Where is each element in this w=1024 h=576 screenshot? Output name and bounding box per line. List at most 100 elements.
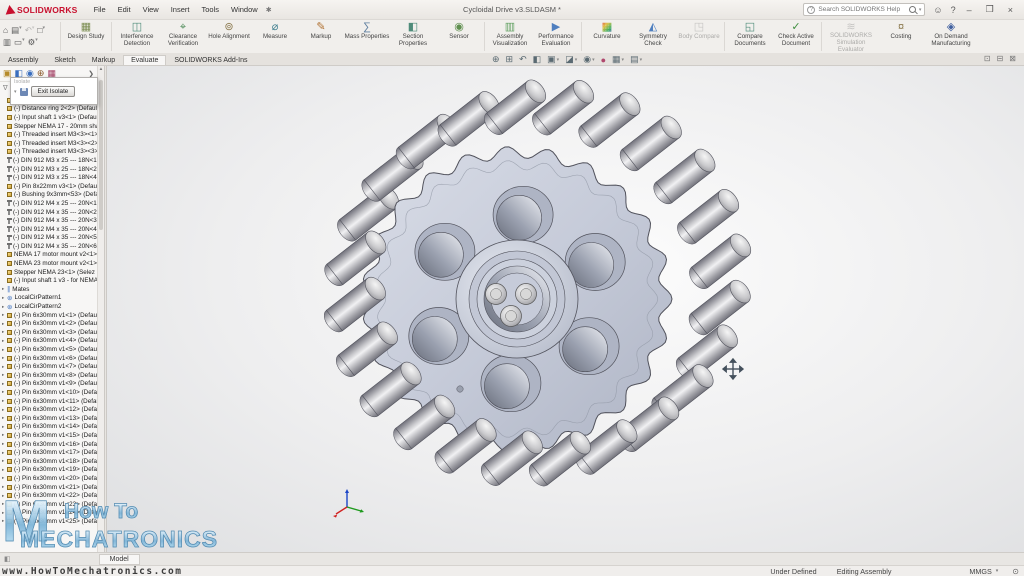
splitter-corner-icon[interactable]: ◧	[4, 555, 11, 563]
tree-item-pin-6x30mm-v1-18-default[interactable]: ▸(-) Pin 6x30mm v1<18> (Default)	[0, 457, 97, 466]
tree-item-pin-6x30mm-v1-4-default[interactable]: ▸(-) Pin 6x30mm v1<4> (Default)	[0, 337, 97, 346]
tree-item-pin-6x30mm-v1-20-default[interactable]: ▸(-) Pin 6x30mm v1<20> (Default)	[0, 474, 97, 483]
tree-item-din-912-m3-x-25-18n-1-din[interactable]: (-) DIN 912 M3 x 25 --- 18N<1> (DIN	[0, 156, 97, 165]
center-bearing-hub[interactable]	[456, 240, 578, 358]
save-isolate-icon[interactable]	[20, 88, 28, 96]
open-icon[interactable]: ▭▾	[14, 37, 25, 48]
tree-item-din-912-m3-x-25-18n-4-din[interactable]: (-) DIN 912 M3 x 25 --- 18N<4> (DIN	[0, 173, 97, 182]
tree-item-pin-6x30mm-v1-12-default[interactable]: ▸(-) Pin 6x30mm v1<12> (Default)	[0, 405, 97, 414]
tree-item-din-912-m4-x-35-20n-3-din[interactable]: (-) DIN 912 M4 x 35 --- 20N<3> (DIN	[0, 216, 97, 225]
save-icon[interactable]: ▤▾	[11, 25, 22, 36]
apply-scene-icon[interactable]: ▦▾	[612, 54, 624, 65]
menu-insert[interactable]: Insert	[171, 5, 190, 14]
options-icon[interactable]: ⚙▾	[28, 37, 38, 48]
tree-item-din-912-m3-x-25-18n-2-din[interactable]: (-) DIN 912 M3 x 25 --- 18N<2> (DIN	[0, 165, 97, 174]
tree-item-pin-6x30mm-v1-5-default[interactable]: ▸(-) Pin 6x30mm v1<5> (Default)	[0, 345, 97, 354]
view-settings-icon[interactable]: ▤▾	[630, 54, 642, 65]
pin-menu-icon[interactable]: ✱	[266, 6, 272, 14]
measure-button[interactable]: ⌀Measure	[252, 20, 298, 53]
tab-model[interactable]: Model	[99, 554, 140, 565]
tree-item-pin-6x30mm-v1-16-default[interactable]: ▸(-) Pin 6x30mm v1<16> (Default)	[0, 440, 97, 449]
new-document-icon[interactable]: □▾	[37, 25, 45, 36]
zoom-to-fit-icon[interactable]: ⊕	[492, 54, 500, 65]
tree-item-stepper-nema-17-20mm-shaft-0[interactable]: Stepper NEMA 17 - 20mm shaft <0	[0, 122, 97, 131]
tree-item-pin-8x22mm-v3-1-default-d[interactable]: (-) Pin 8x22mm v3<1> (Default) <<D	[0, 182, 97, 191]
isolate-dropdown-icon[interactable]: ▾	[14, 89, 17, 95]
search-icon[interactable]	[909, 6, 916, 13]
tab-assembly[interactable]: Assembly	[0, 55, 46, 65]
tree-item-pin-6x30mm-v1-15-default[interactable]: ▸(-) Pin 6x30mm v1<15> (Default)	[0, 431, 97, 440]
tree-item-pin-6x30mm-v1-8-default[interactable]: ▸(-) Pin 6x30mm v1<8> (Default)	[0, 371, 97, 380]
user-account-icon[interactable]: ☺	[933, 5, 942, 15]
compare-documents-button[interactable]: ◱Compare Documents	[727, 20, 773, 53]
hole-alignment-button[interactable]: ⊚Hole Alignment	[206, 20, 252, 53]
tree-item-pin-6x30mm-v1-3-default[interactable]: ▸(-) Pin 6x30mm v1<3> (Default)	[0, 328, 97, 337]
roller-pin[interactable]	[650, 145, 720, 207]
clearance-verification-button[interactable]: ⌖Clearance Verification	[160, 20, 206, 53]
tree-item-localcirpattern2[interactable]: ▸⊛LocalCirPattern2	[0, 302, 97, 311]
costing-button[interactable]: ¤Costing	[878, 20, 924, 53]
tree-item-pin-6x30mm-v1-1-default[interactable]: ▸(-) Pin 6x30mm v1<1> (Default)	[0, 311, 97, 320]
tree-item-pin-6x30mm-v1-17-default[interactable]: ▸(-) Pin 6x30mm v1<17> (Default)	[0, 448, 97, 457]
view-orientation-icon[interactable]: ▣▾	[547, 54, 559, 65]
tree-item-stepper-nema-23-1-selez-predet[interactable]: Stepper NEMA 23<1> (Selez predete	[0, 268, 97, 277]
restore-down-icon[interactable]: ⊡	[984, 54, 991, 63]
tree-item-pin-6x30mm-v1-11-default[interactable]: ▸(-) Pin 6x30mm v1<11> (Default)	[0, 397, 97, 406]
tree-item-localcirpattern1[interactable]: ▸⊛LocalCirPattern1	[0, 294, 97, 303]
tree-item-pin-6x30mm-v1-9-default[interactable]: ▸(-) Pin 6x30mm v1<9> (Default)	[0, 380, 97, 389]
tree-item-pin-6x30mm-v1-13-default[interactable]: ▸(-) Pin 6x30mm v1<13> (Default)	[0, 414, 97, 423]
menu-file[interactable]: File	[94, 5, 106, 14]
markup-button[interactable]: ✎Markup	[298, 20, 344, 53]
section-properties-button[interactable]: ◧Section Properties	[390, 20, 436, 53]
help-search-box[interactable]: ? ▾	[803, 3, 925, 16]
undo-icon[interactable]: ↶▾	[25, 25, 35, 36]
mass-properties-button[interactable]: ∑Mass Properties	[344, 20, 390, 53]
tab-sketch[interactable]: Sketch	[46, 55, 83, 65]
tab-markup[interactable]: Markup	[84, 55, 123, 65]
tree-item-nema-17-motor-mount-v2-1-defa[interactable]: NEMA 17 motor mount v2<1> (Defa	[0, 251, 97, 260]
tree-item-din-912-m4-x-25-20n-1-din[interactable]: (-) DIN 912 M4 x 25 --- 20N<1> (DIN	[0, 199, 97, 208]
check-active-document-button[interactable]: ✓Check Active Document	[773, 20, 819, 53]
tree-item-din-912-m4-x-35-20n-4-din[interactable]: (-) DIN 912 M4 x 35 --- 20N<4> (DIN	[0, 225, 97, 234]
search-dropdown-icon[interactable]: ▾	[919, 7, 922, 13]
restore-button[interactable]: ❒	[983, 4, 997, 15]
tree-item-threaded-insert-m3-3-1-defau[interactable]: (-) Threaded insert M3<3><1> (Defau	[0, 130, 97, 139]
filter-icon[interactable]: ∇	[3, 84, 8, 92]
tree-item-threaded-insert-m3-3-2-defau[interactable]: (-) Threaded insert M3<3><2> (Defau	[0, 139, 97, 148]
tree-item-pin-6x30mm-v1-2-default[interactable]: ▸(-) Pin 6x30mm v1<2> (Default)	[0, 319, 97, 328]
tree-item-threaded-insert-m3-3-3-defau[interactable]: (-) Threaded insert M3<3><3> (Defau	[0, 148, 97, 157]
hide-show-items-icon[interactable]: ◉▾	[583, 54, 594, 65]
edit-appearance-icon[interactable]: ●	[601, 55, 606, 65]
tree-scrollbar[interactable]: ▲	[97, 66, 104, 552]
menu-view[interactable]: View	[143, 5, 159, 14]
unit-system[interactable]: MMGS	[969, 567, 991, 576]
close-doc-icon[interactable]: ⊠	[1009, 54, 1016, 63]
minimize-button[interactable]: –	[964, 5, 975, 15]
display-style-icon[interactable]: ◪▾	[565, 54, 577, 65]
menu-edit[interactable]: Edit	[118, 5, 131, 14]
symmetry-check-button[interactable]: ◭Symmetry Check	[630, 20, 676, 53]
tab-evaluate[interactable]: Evaluate	[123, 55, 166, 65]
section-view-icon[interactable]: ◧	[533, 54, 542, 65]
tree-item-mates[interactable]: ▸∥Mates	[0, 285, 97, 294]
menu-window[interactable]: Window	[231, 5, 258, 14]
tree-item-pin-6x30mm-v1-6-default[interactable]: ▸(-) Pin 6x30mm v1<6> (Default)	[0, 354, 97, 363]
print-icon[interactable]: ▥	[3, 37, 11, 48]
previous-view-icon[interactable]: ↶	[519, 54, 527, 65]
menu-tools[interactable]: Tools	[201, 5, 219, 14]
cycloidal-drive-model[interactable]	[107, 66, 1024, 552]
assembly-visualization-button[interactable]: ▥Assembly Visualization	[487, 20, 533, 53]
help-icon[interactable]: ?	[951, 5, 956, 15]
performance-evaluation-button[interactable]: ▶Performance Evaluation	[533, 20, 579, 53]
tree-item-pin-6x30mm-v1-7-default[interactable]: ▸(-) Pin 6x30mm v1<7> (Default)	[0, 362, 97, 371]
tree-item-pin-6x30mm-v1-14-default[interactable]: ▸(-) Pin 6x30mm v1<14> (Default)	[0, 423, 97, 432]
interference-detection-button[interactable]: ◫Interference Detection	[114, 20, 160, 53]
zoom-to-area-icon[interactable]: ⊞	[506, 54, 514, 65]
exit-isolate-button[interactable]: Exit Isolate	[31, 86, 76, 97]
tree-item-pin-6x30mm-v1-19-default[interactable]: ▸(-) Pin 6x30mm v1<19> (Default)	[0, 466, 97, 475]
scrollbar-thumb[interactable]	[99, 80, 103, 230]
close-button[interactable]: ×	[1005, 5, 1016, 15]
on-demand-manufacturing-button[interactable]: ◈On Demand Manufacturing	[924, 20, 978, 53]
tree-item-din-912-m4-x-35-20n-5-din[interactable]: (-) DIN 912 M4 x 35 --- 20N<5> (DIN	[0, 234, 97, 243]
tree-item-distance-ring-2-2-default-d[interactable]: (-) Distance ring 2<2> (Default) <<D	[0, 105, 97, 114]
